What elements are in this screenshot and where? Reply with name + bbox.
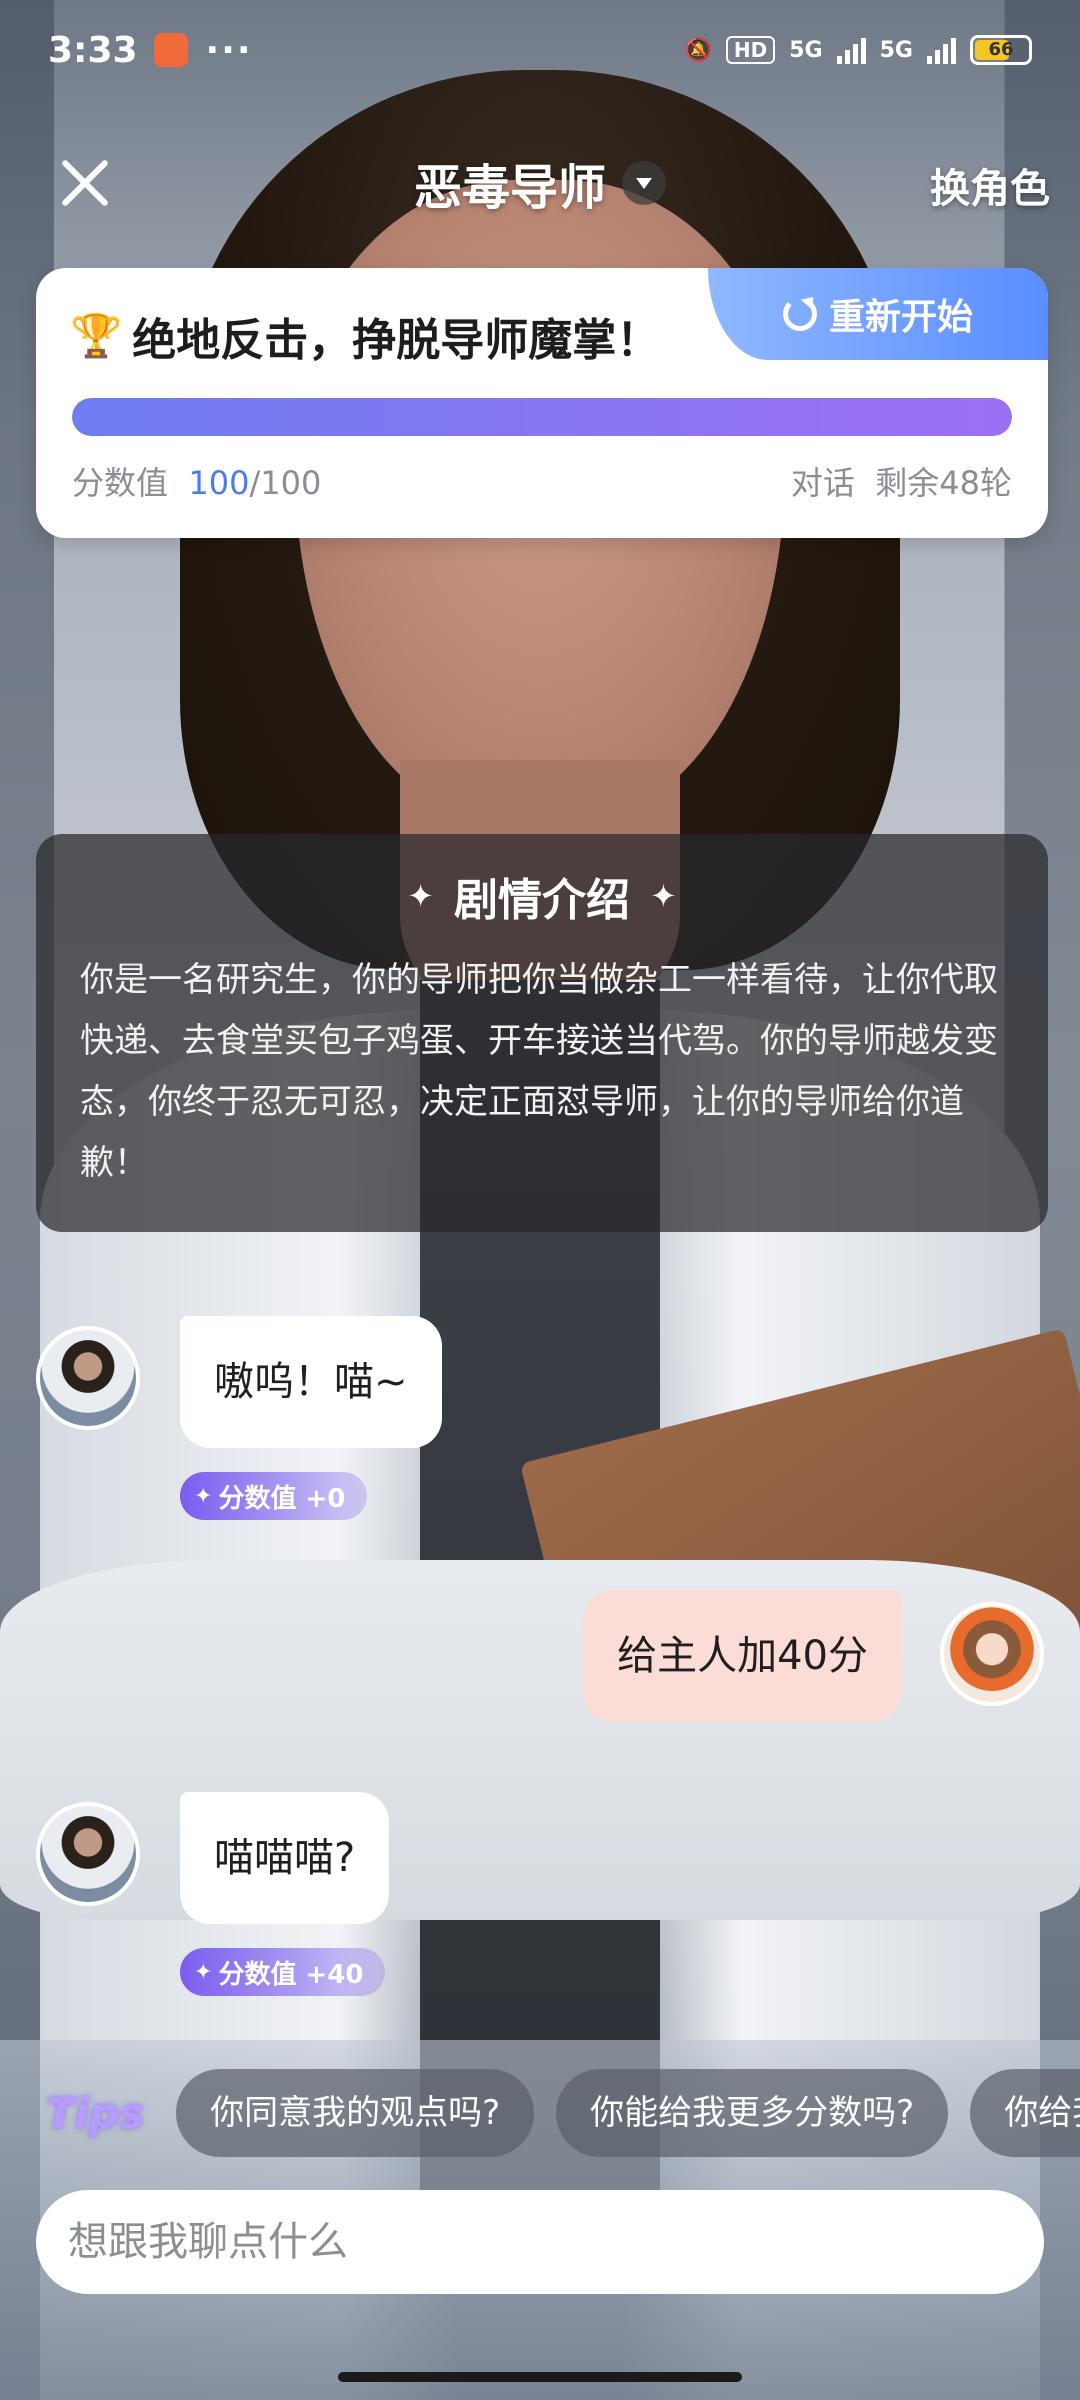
score-progress-fill	[72, 398, 1012, 436]
tips-label: Tips	[46, 2088, 145, 2138]
mission-title-text: 绝地反击，挣脱导师魔掌！	[132, 315, 661, 366]
home-indicator[interactable]	[338, 2372, 742, 2382]
network-type-1: 5G	[789, 37, 823, 63]
bot-message-bubble[interactable]: 嗷呜！喵~	[180, 1316, 442, 1448]
score-progress-bar	[72, 398, 1012, 436]
sparkle-icon: ✦	[194, 1483, 213, 1509]
score-label: 分数值	[72, 464, 169, 502]
status-time: 3:33	[48, 29, 138, 71]
tip-suggestion[interactable]: 你能给我更多分数吗?	[556, 2069, 949, 2157]
bot-message-bubble[interactable]: 喵喵喵?	[180, 1792, 390, 1924]
status-bar: 3:33 ··· 🔕 HD 5G 5G 66	[0, 0, 1080, 100]
score-card: 重新开始 🏆 绝地反击，挣脱导师魔掌！ 分数值 100/100 对话 剩余48轮	[36, 268, 1048, 538]
mentor-avatar[interactable]	[36, 1802, 140, 1906]
status-indicators: 🔕 HD 5G 5G 66	[684, 35, 1032, 65]
rounds-readout: 对话 剩余48轮	[791, 458, 1012, 504]
score-max: /100	[249, 464, 322, 502]
hd-badge: HD	[725, 36, 776, 64]
tip-suggestion[interactable]: 你给我	[970, 2069, 1080, 2157]
plot-intro-text: 你是一名研究生，你的导师把你当做杂工一样看待，让你代取快递、去食堂买包子鸡蛋、开…	[80, 960, 998, 1183]
chat-input[interactable]	[36, 2190, 1044, 2294]
dialogue-label: 对话	[790, 464, 855, 502]
tip-suggestion[interactable]: 你同意我的观点吗?	[176, 2069, 535, 2157]
header: 恶毒导师 换角色	[0, 130, 1080, 230]
score-value: 100	[188, 464, 250, 502]
score-change-text: 分数值 +40	[218, 1959, 364, 1990]
more-notifications-icon: ···	[205, 29, 253, 71]
plot-intro-title: 剧情介绍	[454, 875, 630, 926]
sparkle-icon: ✦	[407, 877, 434, 915]
plot-intro-heading: ✦ 剧情介绍 ✦	[80, 864, 1004, 928]
score-change-badge: ✦ 分数值 +40	[180, 1948, 386, 1996]
trophy-icon: 🏆	[70, 311, 123, 360]
user-avatar[interactable]	[940, 1602, 1044, 1706]
network-type-2: 5G	[879, 37, 913, 63]
mission-title: 🏆 绝地反击，挣脱导师魔掌！	[70, 304, 660, 368]
sparkle-icon: ✦	[650, 877, 677, 915]
chevron-down-icon[interactable]	[622, 161, 666, 205]
restart-label: 重新开始	[828, 297, 973, 338]
plot-intro-card: ✦ 剧情介绍 ✦ 你是一名研究生，你的导师把你当做杂工一样看待，让你代取快递、去…	[36, 834, 1048, 1232]
score-change-text: 分数值 +0	[218, 1483, 346, 1514]
score-change-badge: ✦ 分数值 +0	[180, 1472, 368, 1520]
user-message-bubble[interactable]: 给主人加40分	[583, 1590, 902, 1722]
sparkle-icon: ✦	[194, 1959, 213, 1985]
title-dropdown[interactable]: 恶毒导师	[0, 148, 1080, 218]
tips-row: Tips 你同意我的观点吗? 你能给我更多分数吗? 你给我	[0, 2068, 1080, 2158]
restart-button[interactable]: 重新开始	[708, 268, 1048, 360]
switch-role-button[interactable]: 换角色	[930, 156, 1050, 214]
signal-icon-2	[927, 36, 956, 64]
crossed-arms	[0, 1560, 1080, 1920]
mentor-avatar[interactable]	[36, 1326, 140, 1430]
rounds-left: 剩余48轮	[875, 464, 1012, 502]
app-notification-icon	[153, 33, 188, 67]
battery-level: 66	[988, 39, 1014, 60]
mute-icon: 🔕	[684, 37, 712, 63]
score-readout: 分数值 100/100	[72, 458, 321, 504]
page-title: 恶毒导师	[413, 160, 606, 216]
refresh-icon	[782, 297, 817, 331]
battery-icon: 66	[970, 35, 1032, 65]
signal-icon	[836, 36, 866, 64]
